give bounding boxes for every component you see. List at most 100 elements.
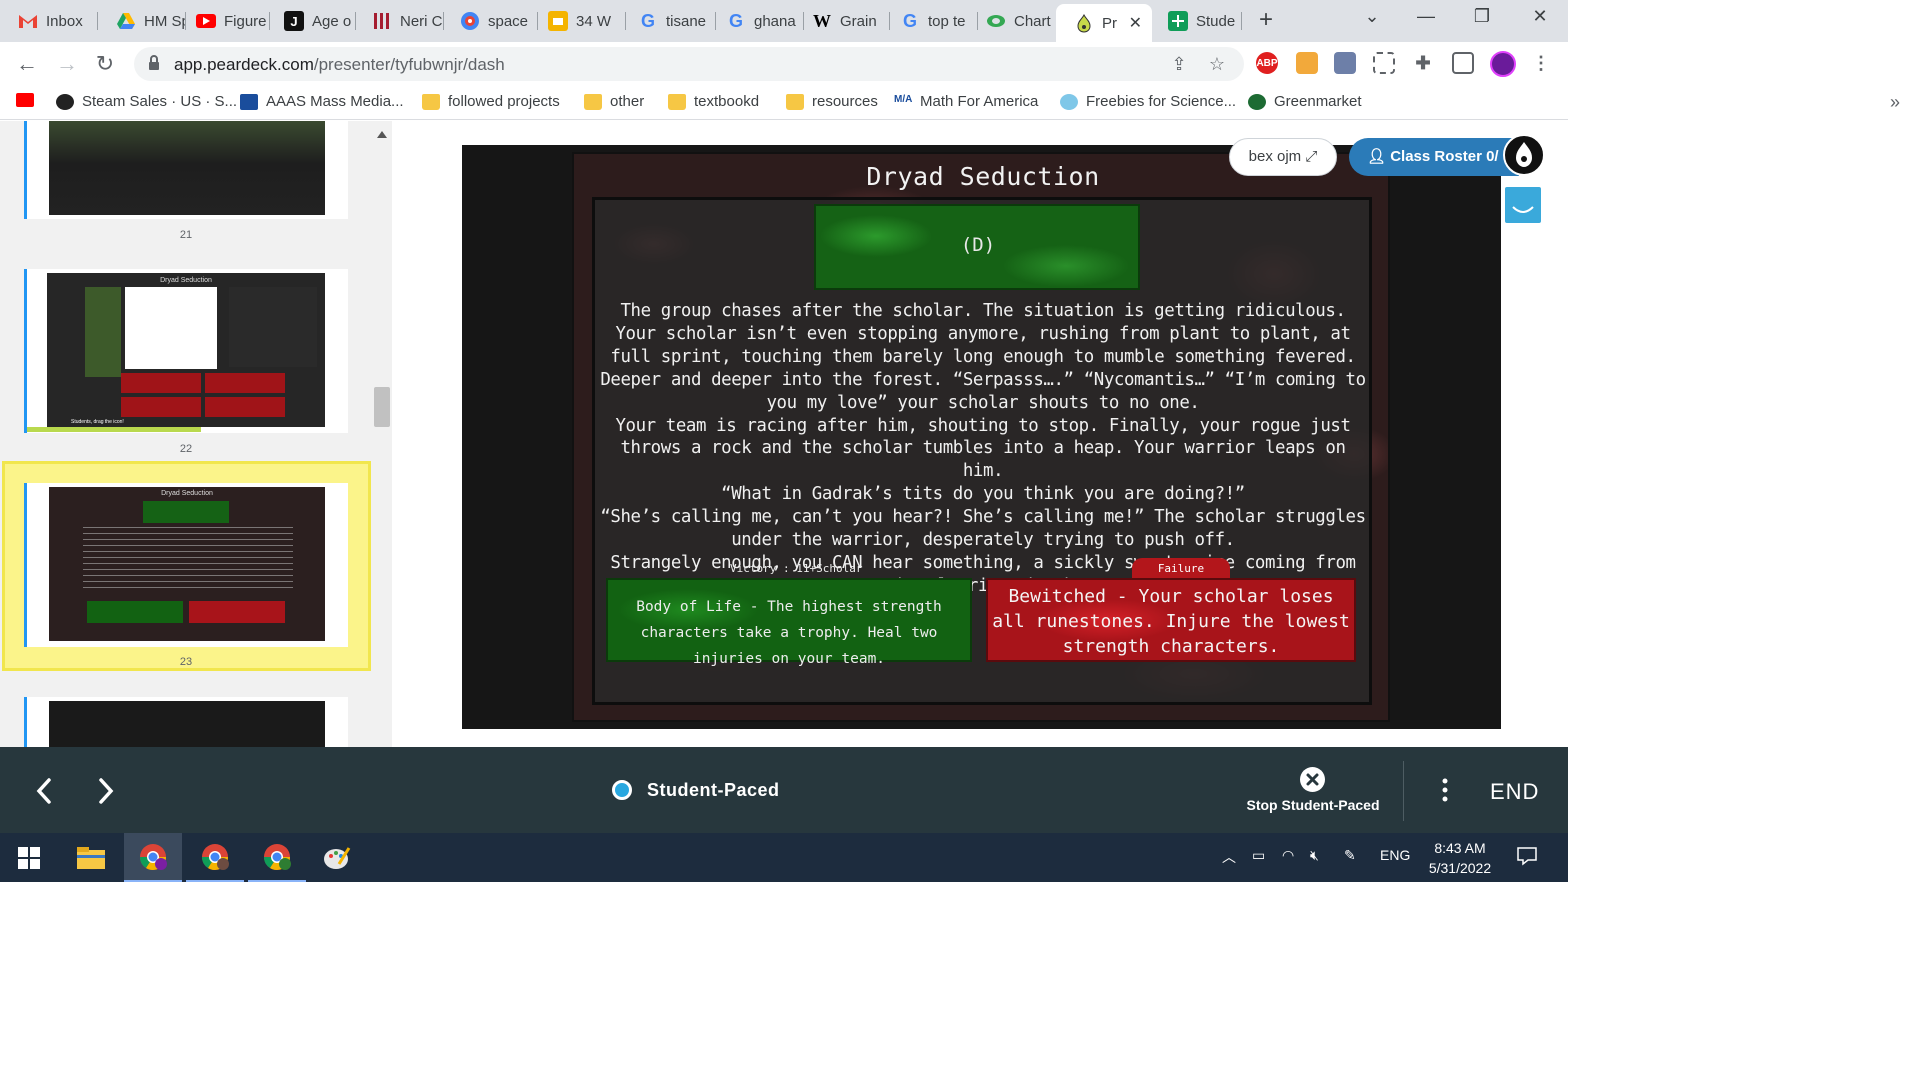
- windows-icon: [18, 846, 40, 869]
- paint-button[interactable]: [308, 833, 366, 882]
- bookmark-steam[interactable]: Steam Sales · US · S...: [56, 93, 237, 110]
- slide-preview: Dryad Seduction: [49, 487, 325, 641]
- sidebar-scrollbar[interactable]: [372, 121, 392, 747]
- puzzle-app-icon[interactable]: [1334, 52, 1356, 74]
- bookmark-aaas[interactable]: AAAS Mass Media...: [240, 93, 404, 110]
- tab-search-icon[interactable]: ⌄: [1352, 6, 1392, 27]
- slide-preview: Dryad Seduction Students, drag the icon!: [47, 273, 325, 427]
- start-button[interactable]: [0, 833, 58, 882]
- tab-age[interactable]: J Age o: [266, 6, 356, 36]
- slide-preview: [49, 121, 325, 215]
- tab-neri[interactable]: Neri C: [354, 6, 444, 36]
- student-view-icon[interactable]: [1503, 185, 1543, 225]
- system-clock[interactable]: 8:43 AM 5/31/2022: [1418, 838, 1502, 878]
- bookmark-followed-projects[interactable]: followed projects: [422, 93, 560, 110]
- scroll-up-icon[interactable]: [377, 131, 387, 138]
- address-bar[interactable]: app.peardeck.com/presenter/tyfubwnjr/das…: [134, 47, 1244, 81]
- tab-figure[interactable]: Figure: [178, 6, 270, 36]
- freebies-icon: [1060, 93, 1078, 110]
- class-roster-button[interactable]: 👤︎ Class Roster 0/: [1349, 138, 1519, 176]
- pacing-mode-label: Student-Paced: [647, 780, 780, 800]
- bookmarks-bar: Steam Sales · US · S... AAAS Mass Media.…: [0, 86, 1568, 120]
- new-tab-button[interactable]: +: [1254, 8, 1278, 32]
- share-icon[interactable]: ⇪: [1168, 53, 1190, 75]
- battery-icon[interactable]: ▭: [1252, 847, 1265, 864]
- bookmark-greenmarket[interactable]: Greenmarket: [1248, 93, 1362, 110]
- forward-button[interactable]: →: [54, 51, 80, 77]
- chrome-profile-3-button[interactable]: [248, 833, 306, 882]
- tab-peardeck[interactable]: Pr ✕: [1056, 4, 1152, 42]
- presenter-page: 21 Dryad Seduction Students, drag the ic…: [0, 121, 1568, 747]
- tab-strip: Inbox HM Sp Figure J Age o Neri C space …: [0, 0, 1568, 42]
- color-extension-icon[interactable]: [1296, 52, 1318, 74]
- folder-icon: [422, 93, 440, 110]
- tab-ghana[interactable]: G ghana: [708, 6, 804, 36]
- wikipedia-icon: W: [813, 10, 831, 31]
- tab-hm[interactable]: HM Sp: [98, 6, 186, 36]
- user-button[interactable]: bex ojm ⤢: [1229, 138, 1337, 176]
- chrome-profile-1-button[interactable]: [124, 833, 182, 882]
- screenshot-icon[interactable]: [1373, 52, 1395, 74]
- tab-stude[interactable]: Stude: [1150, 6, 1242, 36]
- bookmark-youtube[interactable]: [16, 93, 34, 107]
- slide-number: 23: [179, 656, 193, 668]
- thumb-box: [205, 373, 285, 393]
- tab-space[interactable]: space: [442, 6, 538, 36]
- volume-muted-icon[interactable]: 🔇︎: [1310, 847, 1319, 864]
- folder-icon: [668, 93, 686, 110]
- bookmark-other[interactable]: other: [584, 93, 644, 110]
- tab-chart[interactable]: Chart: [968, 6, 1064, 36]
- side-panel-icon[interactable]: [1452, 52, 1474, 74]
- peardeck-logo-icon[interactable]: [1503, 134, 1545, 176]
- story-text: The group chases after the scholar. The …: [596, 300, 1370, 598]
- end-session-button[interactable]: END: [1490, 779, 1539, 805]
- answer-choice-box: (D): [814, 204, 1140, 290]
- profile-avatar[interactable]: [1490, 51, 1516, 77]
- slide-thumbnail-21[interactable]: [24, 121, 348, 219]
- bookmark-star-icon[interactable]: ☆: [1206, 53, 1228, 75]
- bookmark-textbookd[interactable]: textbookd: [668, 93, 759, 110]
- chrome-menu-icon[interactable]: ⋮: [1530, 52, 1552, 74]
- tab-tisane[interactable]: G tisane: [620, 6, 716, 36]
- next-slide-icon[interactable]: [94, 777, 118, 805]
- bookmark-resources[interactable]: resources: [786, 93, 878, 110]
- adblock-icon[interactable]: ABP: [1256, 52, 1278, 74]
- tab-label: Pr: [1102, 14, 1117, 32]
- close-window-button[interactable]: ✕: [1520, 6, 1560, 27]
- clock-date: 5/31/2022: [1428, 860, 1492, 876]
- slide-thumbnail-23[interactable]: Dryad Seduction: [24, 483, 348, 647]
- restore-button[interactable]: ❐: [1462, 6, 1502, 27]
- pen-icon[interactable]: ✎: [1344, 847, 1356, 864]
- tab-34w[interactable]: 34 W: [530, 6, 626, 36]
- extensions-icon[interactable]: ✚: [1412, 52, 1434, 74]
- bookmark-freebies[interactable]: Freebies for Science...: [1060, 93, 1236, 110]
- wifi-icon[interactable]: ◠: [1282, 847, 1294, 864]
- language-indicator[interactable]: ENG: [1380, 847, 1410, 863]
- slide-thumbnail-24[interactable]: [24, 697, 348, 747]
- more-bookmarks-button[interactable]: »: [1890, 92, 1900, 113]
- back-button[interactable]: ←: [14, 51, 40, 77]
- tab-topte[interactable]: G top te: [882, 6, 978, 36]
- bookmark-math-for-america[interactable]: M/A Math For America: [894, 93, 1038, 110]
- notifications-icon[interactable]: [1516, 845, 1538, 870]
- google-icon: G: [902, 10, 917, 31]
- show-hidden-icons[interactable]: ︿: [1222, 847, 1236, 867]
- tab-grain[interactable]: W Grain: [794, 6, 890, 36]
- sidebar-scroll-thumb[interactable]: [374, 387, 390, 427]
- thumb-image: [85, 287, 121, 377]
- stop-icon[interactable]: [1300, 767, 1325, 792]
- file-explorer-button[interactable]: [62, 833, 120, 882]
- chrome-profile-2-button[interactable]: [186, 833, 244, 882]
- tab-inbox[interactable]: Inbox: [0, 6, 98, 36]
- previous-slide-icon[interactable]: [32, 777, 56, 805]
- chrome-icon: [139, 843, 167, 870]
- slide-thumbnail-22[interactable]: Dryad Seduction Students, drag the icon!: [24, 269, 348, 433]
- clock-time: 8:43 AM: [1434, 840, 1486, 856]
- chrome-icon: [201, 843, 229, 870]
- story-paragraph: “What in Gadrak’s tits do you think you …: [721, 484, 1245, 505]
- more-options-icon[interactable]: [1435, 777, 1455, 803]
- stop-student-paced-button[interactable]: Stop Student-Paced: [1230, 797, 1396, 813]
- minimize-button[interactable]: —: [1406, 6, 1446, 27]
- reload-button[interactable]: ↻: [92, 51, 118, 77]
- close-tab-icon[interactable]: ✕: [1129, 13, 1142, 33]
